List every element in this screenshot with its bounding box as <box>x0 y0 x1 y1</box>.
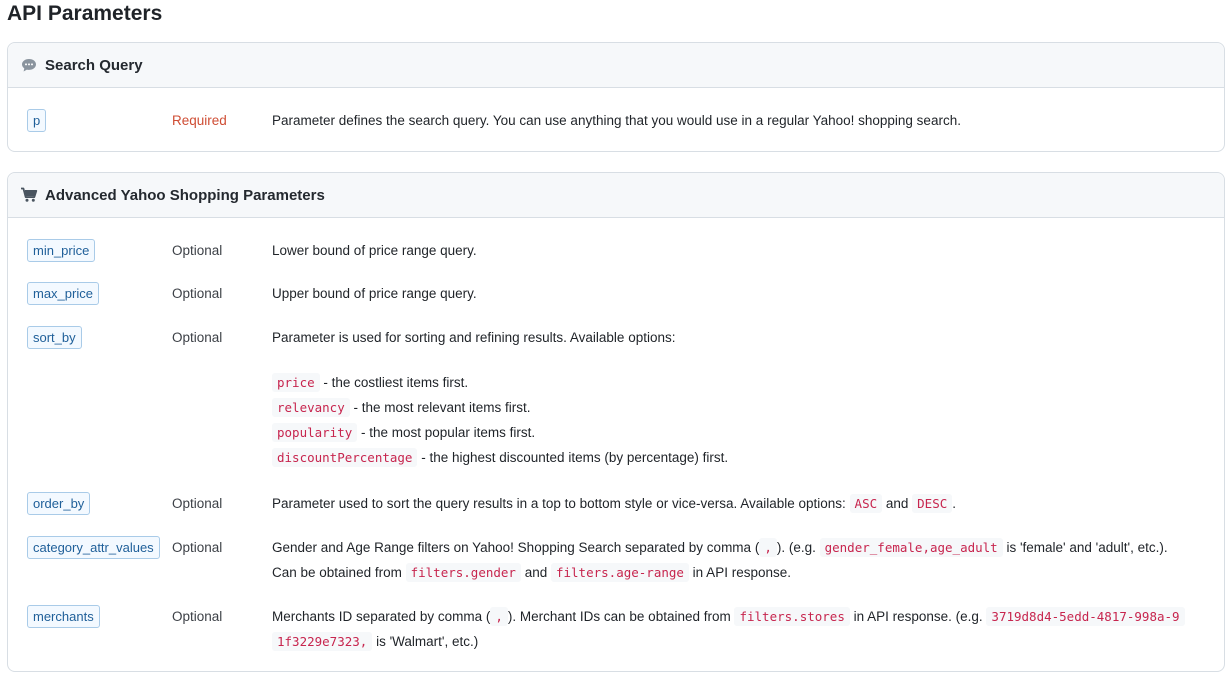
description-text: and <box>882 496 913 511</box>
description-text: Merchants ID separated by comma ( <box>272 609 491 624</box>
param-description: Lower bound of price range query. <box>272 243 477 258</box>
sort-option-code: relevancy <box>272 398 350 417</box>
advanced-parameters-panel: Advanced Yahoo Shopping Parameters min_p… <box>7 172 1225 672</box>
page-title: API Parameters <box>7 2 163 25</box>
sort-option-code: popularity <box>272 423 358 442</box>
search-query-panel: Search Query p Required Parameter define… <box>7 42 1225 152</box>
param-name-category-attr-values[interactable]: category_attr_values <box>27 536 160 559</box>
inline-code: DESC <box>912 494 953 513</box>
sort-option: price - the costliest items first. <box>272 370 1202 395</box>
param-name-merchants[interactable]: merchants <box>27 605 100 628</box>
sort-option: popularity - the most popular items firs… <box>272 420 1202 445</box>
param-description: Parameter is used for sorting and refini… <box>272 325 1202 470</box>
param-name-max-price[interactable]: max_price <box>27 282 99 305</box>
param-name-p[interactable]: p <box>27 109 47 132</box>
description-line: Can be obtained from filters.gender and … <box>272 560 1202 585</box>
description-text: and <box>520 565 551 580</box>
sort-option: discountPercentage - the highest discoun… <box>272 445 1202 470</box>
param-requirement: Optional <box>172 609 223 624</box>
param-description: Parameter defines the search query. You … <box>272 113 961 128</box>
advanced-parameters-title: Advanced Yahoo Shopping Parameters <box>45 186 325 204</box>
description-text: in API response. <box>688 565 791 580</box>
inline-code: filters.stores <box>734 607 850 626</box>
param-name-order-by[interactable]: order_by <box>27 492 91 515</box>
param-requirement: Optional <box>172 243 223 258</box>
description-text: in API response. (e.g. <box>849 609 987 624</box>
description-text: ). (e.g. <box>776 540 820 555</box>
description-text: Parameter used to sort the query results… <box>272 496 850 511</box>
param-name-min-price[interactable]: min_price <box>27 239 96 262</box>
param-requirement: Optional <box>172 540 223 555</box>
inline-code: 1f3229e7323, <box>272 632 373 651</box>
description-line: Gender and Age Range filters on Yahoo! S… <box>272 535 1202 560</box>
speech-bubble-icon <box>20 56 38 74</box>
sort-option-text: - the costliest items first. <box>319 375 469 390</box>
sort-option-code: discountPercentage <box>272 448 418 467</box>
inline-code: filters.age-range <box>550 563 689 582</box>
param-description: Merchants ID separated by comma (,). Mer… <box>272 604 1202 654</box>
description-text: is 'female' and 'adult', etc.). <box>1002 540 1168 555</box>
param-requirement: Optional <box>172 286 223 301</box>
param-description: Upper bound of price range query. <box>272 286 477 301</box>
inline-code: ASC <box>849 494 883 513</box>
inline-code: gender_female,age_adult <box>819 538 1003 557</box>
param-requirement: Optional <box>172 330 223 345</box>
shopping-cart-icon <box>20 186 38 204</box>
description-text: . <box>952 496 957 511</box>
sort-option-text: - the most popular items first. <box>357 425 536 440</box>
inline-code: filters.gender <box>405 563 521 582</box>
sort-option: relevancy - the most relevant items firs… <box>272 395 1202 420</box>
inline-code: 3719d8d4-5edd-4817-998a-9 <box>986 607 1185 626</box>
description-text: ). Merchant IDs can be obtained from <box>507 609 735 624</box>
description-text: Gender and Age Range filters on Yahoo! S… <box>272 540 760 555</box>
description-line: 1f3229e7323, is 'Walmart', etc.) <box>272 629 1202 654</box>
sort-by-options: price - the costliest items first. relev… <box>272 370 1202 470</box>
param-requirement: Required <box>172 113 227 128</box>
description-text: is 'Walmart', etc.) <box>372 634 479 649</box>
param-requirement: Optional <box>172 496 223 511</box>
param-description: Gender and Age Range filters on Yahoo! S… <box>272 535 1202 585</box>
sort-option-text: - the most relevant items first. <box>349 400 531 415</box>
sort-option-code: price <box>272 373 320 392</box>
search-query-title: Search Query <box>45 56 143 74</box>
inline-code: , <box>759 538 777 557</box>
search-query-header: Search Query <box>8 43 1224 88</box>
param-description: Parameter used to sort the query results… <box>272 491 1202 516</box>
description-line: Merchants ID separated by comma (,). Mer… <box>272 604 1202 629</box>
description-text: Can be obtained from <box>272 565 406 580</box>
sort-by-description: Parameter is used for sorting and refini… <box>272 330 676 345</box>
sort-option-text: - the highest discounted items (by perce… <box>417 450 729 465</box>
param-name-sort-by[interactable]: sort_by <box>27 326 82 349</box>
advanced-parameters-header: Advanced Yahoo Shopping Parameters <box>8 173 1224 218</box>
inline-code: , <box>490 607 508 626</box>
